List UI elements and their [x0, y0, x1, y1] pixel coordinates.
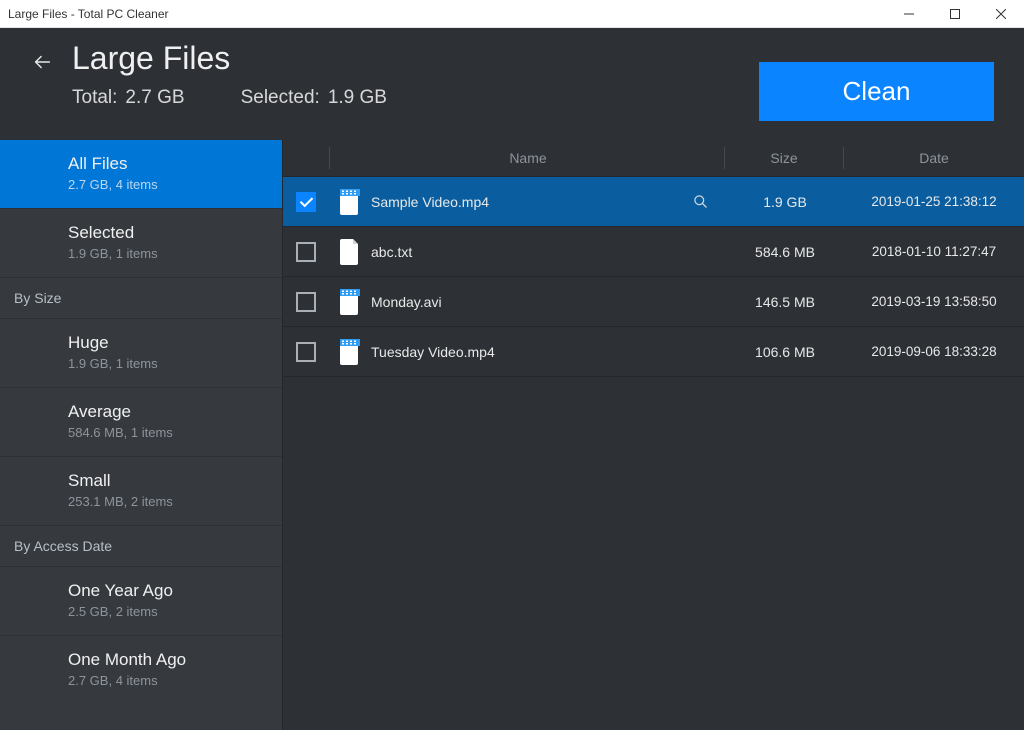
sidebar-item-huge[interactable]: Huge 1.9 GB, 1 items — [0, 318, 282, 387]
file-date: 2019-09-06 18:33:28 — [844, 344, 1024, 359]
sidebar-item-subtitle: 2.7 GB, 4 items — [68, 177, 158, 192]
summary-selected-label: Selected: — [241, 87, 320, 109]
row-name-cell: Tuesday Video.mp4 — [371, 344, 726, 360]
checkbox[interactable] — [296, 342, 316, 362]
checkbox[interactable] — [296, 192, 316, 212]
table-row[interactable]: Sample Video.mp4 1.9 GB2019-01-25 21:38:1… — [283, 177, 1024, 227]
sidebar-item-subtitle: 2.7 GB, 4 items — [68, 673, 158, 688]
sidebar-item-one-year-ago[interactable]: One Year Ago 2.5 GB, 2 items — [0, 566, 282, 635]
column-header-size[interactable]: Size — [725, 150, 843, 166]
maximize-button[interactable] — [932, 0, 978, 28]
table-row[interactable]: abc.txt 584.6 MB2018-01-10 11:27:47 — [283, 227, 1024, 277]
sidebar-item-label: Average — [68, 402, 262, 422]
sidebar-item-selected[interactable]: Selected 1.9 GB, 1 items — [0, 208, 282, 277]
file-size: 584.6 MB — [726, 244, 844, 260]
sidebar-item-subtitle: 253.1 MB, 2 items — [68, 494, 173, 509]
row-name-cell: Monday.avi — [371, 294, 726, 310]
sidebar-item-label: All Files — [68, 154, 262, 174]
summary-row: Total: 2.7 GB Selected: 1.9 GB — [72, 87, 387, 109]
row-name-cell: abc.txt — [371, 244, 726, 260]
sidebar-item-subtitle: 584.6 MB, 1 items — [68, 425, 173, 440]
file-name: Sample Video.mp4 — [371, 194, 678, 210]
row-checkbox-cell — [283, 292, 329, 312]
sidebar-item-subtitle: 1.9 GB, 1 items — [68, 356, 158, 371]
header-left: Large Files Total: 2.7 GB Selected: 1.9 … — [30, 40, 387, 109]
video-file-icon — [329, 289, 371, 315]
clean-button[interactable]: Clean — [759, 62, 994, 121]
sidebar-item-average[interactable]: Average 584.6 MB, 1 items — [0, 387, 282, 456]
file-size: 146.5 MB — [726, 294, 844, 310]
summary-total-value: 2.7 GB — [125, 87, 184, 109]
back-button[interactable] — [30, 50, 54, 74]
summary-selected-value: 1.9 GB — [328, 87, 387, 109]
minimize-button[interactable] — [886, 0, 932, 28]
video-file-icon — [329, 339, 371, 365]
sidebar-item-label: One Year Ago — [68, 581, 262, 601]
sidebar: All Files 2.7 GB, 4 items Selected 1.9 GB, … — [0, 139, 283, 730]
sidebar-item-subtitle: 1.9 GB, 1 items — [68, 246, 158, 261]
file-size: 106.6 MB — [726, 344, 844, 360]
file-size: 1.9 GB — [726, 194, 844, 210]
checkbox[interactable] — [296, 292, 316, 312]
search-icon[interactable] — [686, 194, 714, 209]
row-checkbox-cell — [283, 242, 329, 262]
sidebar-item-subtitle: 2.5 GB, 2 items — [68, 604, 158, 619]
row-name-cell: Sample Video.mp4 — [371, 194, 726, 210]
summary-total: Total: 2.7 GB — [72, 87, 185, 109]
sidebar-item-label: Huge — [68, 333, 262, 353]
file-name: Tuesday Video.mp4 — [371, 344, 714, 360]
file-name: Monday.avi — [371, 294, 714, 310]
row-checkbox-cell — [283, 342, 329, 362]
text-file-icon — [329, 239, 371, 265]
column-header-date[interactable]: Date — [844, 150, 1024, 166]
sidebar-item-label: Small — [68, 471, 262, 491]
sidebar-item-label: Selected — [68, 223, 262, 243]
checkbox[interactable] — [296, 242, 316, 262]
sidebar-item-one-month-ago[interactable]: One Month Ago 2.7 GB, 4 items — [0, 635, 282, 704]
file-date: 2019-01-25 21:38:12 — [844, 194, 1024, 209]
summary-selected: Selected: 1.9 GB — [241, 87, 387, 109]
sidebar-item-label: One Month Ago — [68, 650, 262, 670]
sidebar-item-all-files[interactable]: All Files 2.7 GB, 4 items — [0, 139, 282, 208]
window-title: Large Files - Total PC Cleaner — [8, 7, 886, 21]
file-date: 2018-01-10 11:27:47 — [844, 244, 1024, 259]
sidebar-section-by-size: By Size — [0, 277, 282, 318]
file-name: abc.txt — [371, 244, 714, 260]
row-checkbox-cell — [283, 192, 329, 212]
sidebar-item-small[interactable]: Small 253.1 MB, 2 items — [0, 456, 282, 525]
close-button[interactable] — [978, 0, 1024, 28]
file-table: Name Size Date Sample Video.mp41.9 GB201… — [283, 139, 1024, 730]
page-header: Large Files Total: 2.7 GB Selected: 1.9 … — [0, 28, 1024, 139]
app-body: Large Files Total: 2.7 GB Selected: 1.9 … — [0, 28, 1024, 730]
video-file-icon — [329, 189, 371, 215]
table-header: Name Size Date — [283, 139, 1024, 177]
content: All Files 2.7 GB, 4 items Selected 1.9 GB, … — [0, 139, 1024, 730]
window-titlebar: Large Files - Total PC Cleaner — [0, 0, 1024, 28]
window-controls — [886, 0, 1024, 28]
file-date: 2019-03-19 13:58:50 — [844, 294, 1024, 309]
column-header-name[interactable]: Name — [372, 150, 724, 166]
table-row[interactable]: Monday.avi 146.5 MB2019-03-19 13:58:50 — [283, 277, 1024, 327]
page-title: Large Files — [72, 40, 387, 77]
sidebar-section-by-date: By Access Date — [0, 525, 282, 566]
summary-total-label: Total: — [72, 87, 117, 109]
table-row[interactable]: Tuesday Video.mp4 106.6 MB2019-09-06 18:3… — [283, 327, 1024, 377]
header-text: Large Files Total: 2.7 GB Selected: 1.9 … — [72, 40, 387, 109]
